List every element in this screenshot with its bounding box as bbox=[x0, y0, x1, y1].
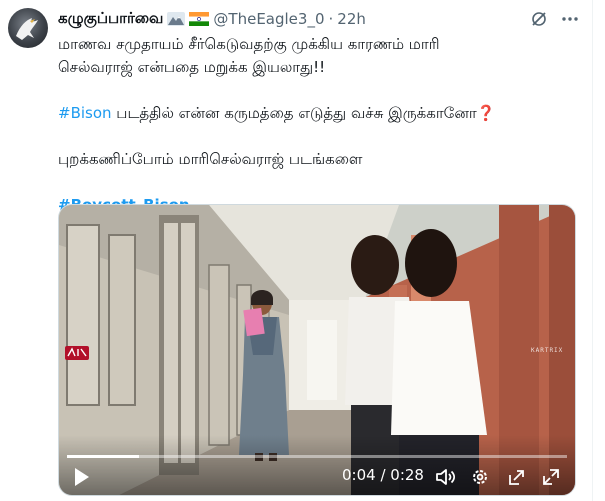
current-time: 0:04 bbox=[342, 466, 376, 484]
tweet-text: மாணவ சமுதாயம் சீர்கெடுவதற்கு முக்கிய கார… bbox=[58, 33, 578, 217]
channel-logo bbox=[65, 345, 89, 364]
author-handle[interactable]: @TheEagle3_0 bbox=[213, 10, 324, 28]
play-icon[interactable] bbox=[73, 467, 91, 491]
tweet-timestamp[interactable]: 22h bbox=[337, 10, 366, 28]
progress-bar[interactable] bbox=[67, 455, 567, 458]
grok-icon[interactable] bbox=[530, 10, 548, 32]
eagle-avatar[interactable] bbox=[8, 8, 48, 48]
text-line-1: மாணவ சமுதாயம் சீர்கெடுவதற்கு முக்கிய கார… bbox=[58, 35, 440, 53]
video-watermark: KARTRIX bbox=[531, 347, 564, 354]
progress-fill bbox=[67, 455, 139, 458]
fullscreen-icon[interactable] bbox=[541, 467, 561, 491]
duration: 0:28 bbox=[390, 466, 424, 484]
popout-icon[interactable] bbox=[507, 467, 527, 491]
tweet-header: கழுகுப்பார்வை @TheEagle3_0 · 22h bbox=[58, 8, 366, 30]
video-player[interactable]: KARTRIX 0:04 / 0:28 bbox=[58, 204, 576, 496]
text-line-3-rest: படத்தில் என்ன கருமத்தை எடுத்து வச்சு இரு… bbox=[111, 104, 477, 122]
text-line-2: செல்வராஜ் என்பதை மறுக்க இயலாது!! bbox=[58, 58, 326, 76]
video-time: 0:04 / 0:28 bbox=[342, 466, 424, 484]
eagle-icon bbox=[16, 18, 38, 40]
tweet-card[interactable]: கழுகுப்பார்வை @TheEagle3_0 · 22h மாணவ சம… bbox=[0, 0, 593, 501]
video-controls: 0:04 / 0:28 bbox=[59, 435, 575, 495]
gear-icon[interactable] bbox=[470, 467, 490, 491]
volume-icon[interactable] bbox=[435, 467, 457, 491]
text-line-4: புறக்கணிப்போம் மாரிசெல்வராஜ் படங்களை bbox=[58, 150, 363, 168]
text-line-3: #Bison படத்தில் என்ன கருமத்தை எடுத்து வச… bbox=[58, 102, 578, 125]
india-flag-icon bbox=[189, 12, 210, 26]
author-name[interactable]: கழுகுப்பார்வை bbox=[58, 9, 163, 29]
hashtag-bison[interactable]: #Bison bbox=[58, 104, 112, 122]
separator-dot: · bbox=[328, 10, 334, 28]
time-separator: / bbox=[375, 466, 391, 484]
mountain-emoji-icon bbox=[167, 12, 186, 26]
more-icon[interactable] bbox=[560, 10, 580, 32]
question-mark-emoji: ❓ bbox=[476, 104, 496, 122]
